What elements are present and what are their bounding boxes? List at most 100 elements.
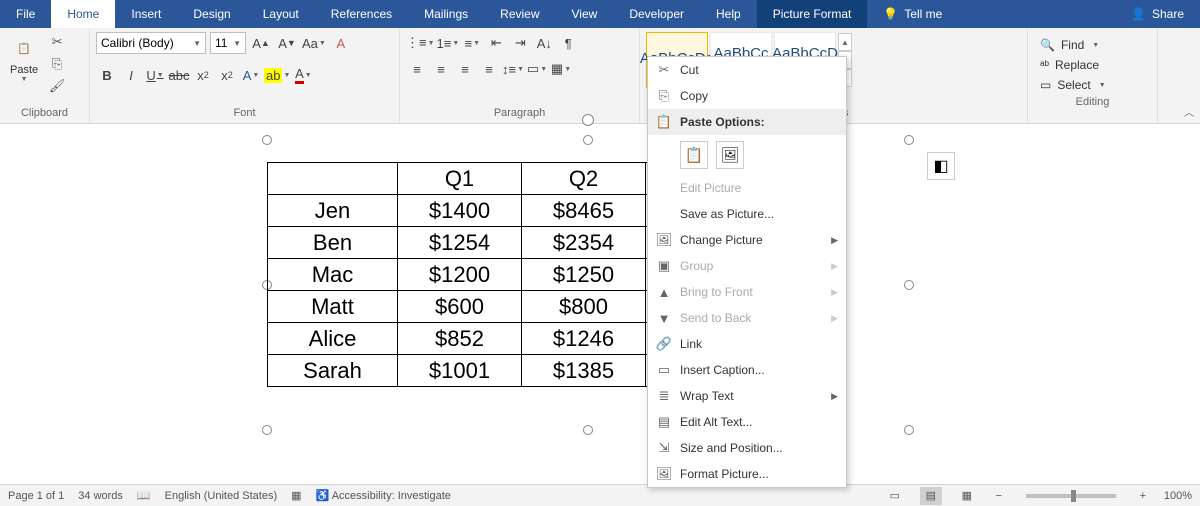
highlight-button[interactable]: ab▼: [264, 64, 290, 86]
ctx-edit-picture: Edit Picture: [648, 175, 846, 201]
send-back-icon: ▼: [654, 311, 674, 326]
layout-options-button[interactable]: ◧: [927, 152, 955, 180]
print-layout-button[interactable]: ▤: [920, 487, 942, 505]
zoom-slider[interactable]: [1026, 494, 1116, 498]
share-label: Share: [1152, 7, 1184, 21]
zoom-in-button[interactable]: +: [1136, 490, 1150, 502]
cut-button[interactable]: ✂: [46, 32, 68, 52]
collapse-ribbon-button[interactable]: ︿: [1184, 104, 1194, 119]
status-words[interactable]: 34 words: [78, 490, 123, 502]
font-size-combo[interactable]: 11▼: [210, 32, 246, 54]
ctx-cut[interactable]: ✂Cut: [648, 57, 846, 83]
search-icon: 🔍: [1040, 38, 1055, 52]
increase-indent-button[interactable]: ⇥: [509, 32, 531, 54]
clipboard-icon: 📋: [654, 114, 674, 130]
clear-formatting-button[interactable]: A: [330, 32, 352, 54]
tab-design[interactable]: Design: [177, 0, 246, 28]
resize-handle-br[interactable]: [904, 425, 914, 435]
link-icon: 🔗: [654, 336, 674, 352]
size-icon: ⇲: [654, 440, 674, 456]
tab-insert[interactable]: Insert: [115, 0, 177, 28]
resize-handle-tl[interactable]: [262, 135, 272, 145]
subscript-button[interactable]: x2: [192, 64, 214, 86]
sort-button[interactable]: A↓: [533, 32, 555, 54]
resize-handle-bm[interactable]: [583, 425, 593, 435]
align-right-button[interactable]: ≡: [454, 58, 476, 80]
justify-button[interactable]: ≡: [478, 58, 500, 80]
ctx-insert-caption[interactable]: ▭Insert Caption...: [648, 357, 846, 383]
spellcheck-icon[interactable]: 📖: [137, 489, 151, 502]
replace-button[interactable]: ᵃᵇReplace: [1034, 56, 1151, 74]
text-effects-button[interactable]: A▼: [240, 64, 262, 86]
bring-front-icon: ▲: [654, 285, 674, 300]
find-button[interactable]: 🔍Find▼: [1034, 36, 1151, 54]
ctx-edit-alt[interactable]: ▤Edit Alt Text...: [648, 409, 846, 435]
resize-handle-tm[interactable]: [583, 135, 593, 145]
bullets-button[interactable]: ⋮≡▼: [406, 32, 435, 54]
bold-button[interactable]: B: [96, 64, 118, 86]
paste-picture[interactable]: 🖼: [716, 141, 744, 169]
clipboard-icon: 📋: [10, 34, 38, 62]
styles-up[interactable]: ▲: [838, 33, 852, 51]
ctx-size-position[interactable]: ⇲Size and Position...: [648, 435, 846, 461]
tab-file[interactable]: File: [0, 0, 51, 28]
resize-handle-mr[interactable]: [904, 280, 914, 290]
copy-button[interactable]: ⎘: [46, 54, 68, 74]
ctx-copy[interactable]: ⎘Copy: [648, 83, 846, 109]
tab-developer[interactable]: Developer: [613, 0, 700, 28]
ctx-format-picture[interactable]: 🖼Format Picture...: [648, 461, 846, 487]
zoom-level[interactable]: 100%: [1164, 490, 1192, 502]
align-left-button[interactable]: ≡: [406, 58, 428, 80]
tab-view[interactable]: View: [556, 0, 614, 28]
read-mode-button[interactable]: ▭: [884, 487, 906, 505]
ctx-wrap-text[interactable]: ≣Wrap Text▶: [648, 383, 846, 409]
italic-button[interactable]: I: [120, 64, 142, 86]
eraser-icon: A: [337, 36, 346, 51]
shrink-font-button[interactable]: A▼: [276, 32, 298, 54]
decrease-indent-button[interactable]: ⇤: [485, 32, 507, 54]
web-layout-button[interactable]: ▦: [956, 487, 978, 505]
underline-button[interactable]: U▼: [144, 64, 166, 86]
tab-references[interactable]: References: [315, 0, 408, 28]
rotation-handle[interactable]: [582, 114, 594, 126]
numbering-button[interactable]: 1≡▼: [437, 32, 460, 54]
superscript-button[interactable]: x2: [216, 64, 238, 86]
paste-button[interactable]: 📋 Paste ▼: [6, 32, 42, 85]
tab-layout[interactable]: Layout: [247, 0, 315, 28]
font-name-value: Calibri (Body): [101, 36, 174, 50]
tab-picture-format[interactable]: Picture Format: [757, 0, 868, 28]
tab-help[interactable]: Help: [700, 0, 757, 28]
show-marks-button[interactable]: ¶: [557, 32, 579, 54]
document-canvas[interactable]: ◧ Q1 Q2 Q4 Jen$1400$84659722 Ben$1254$23…: [0, 124, 1200, 484]
scissors-icon: ✂: [654, 62, 674, 78]
tab-review[interactable]: Review: [484, 0, 555, 28]
strikethrough-button[interactable]: abc: [168, 64, 190, 86]
ctx-link[interactable]: 🔗Link: [648, 331, 846, 357]
multilevel-button[interactable]: ≡▼: [461, 32, 483, 54]
tab-home[interactable]: Home: [51, 0, 115, 28]
paste-keep-source[interactable]: 📋: [680, 141, 708, 169]
status-page[interactable]: Page 1 of 1: [8, 490, 64, 502]
change-case-button[interactable]: Aa▼: [302, 32, 326, 54]
resize-handle-bl[interactable]: [262, 425, 272, 435]
status-language[interactable]: English (United States): [165, 490, 278, 502]
borders-button[interactable]: ▦▼: [550, 58, 572, 80]
tell-me[interactable]: 💡 Tell me: [867, 0, 958, 28]
share-button[interactable]: 👤 Share: [1115, 0, 1200, 28]
ctx-save-as-picture[interactable]: Save as Picture...: [648, 201, 846, 227]
tab-mailings[interactable]: Mailings: [408, 0, 484, 28]
format-painter-button[interactable]: 🖌: [46, 76, 68, 96]
line-spacing-button[interactable]: ↕≡▼: [502, 58, 524, 80]
font-name-combo[interactable]: Calibri (Body)▼: [96, 32, 206, 54]
zoom-out-button[interactable]: −: [992, 490, 1006, 502]
zoom-thumb[interactable]: [1071, 490, 1076, 502]
macro-icon[interactable]: ▦: [291, 489, 301, 502]
shading-button[interactable]: ▭▼: [526, 58, 548, 80]
select-button[interactable]: ▭Select▼: [1034, 76, 1151, 94]
resize-handle-tr[interactable]: [904, 135, 914, 145]
status-accessibility[interactable]: ♿ Accessibility: Investigate: [316, 489, 451, 502]
font-color-button[interactable]: A▼: [292, 64, 314, 86]
grow-font-button[interactable]: A▲: [250, 32, 272, 54]
align-center-button[interactable]: ≡: [430, 58, 452, 80]
ctx-change-picture[interactable]: 🖼Change Picture▶: [648, 227, 846, 253]
